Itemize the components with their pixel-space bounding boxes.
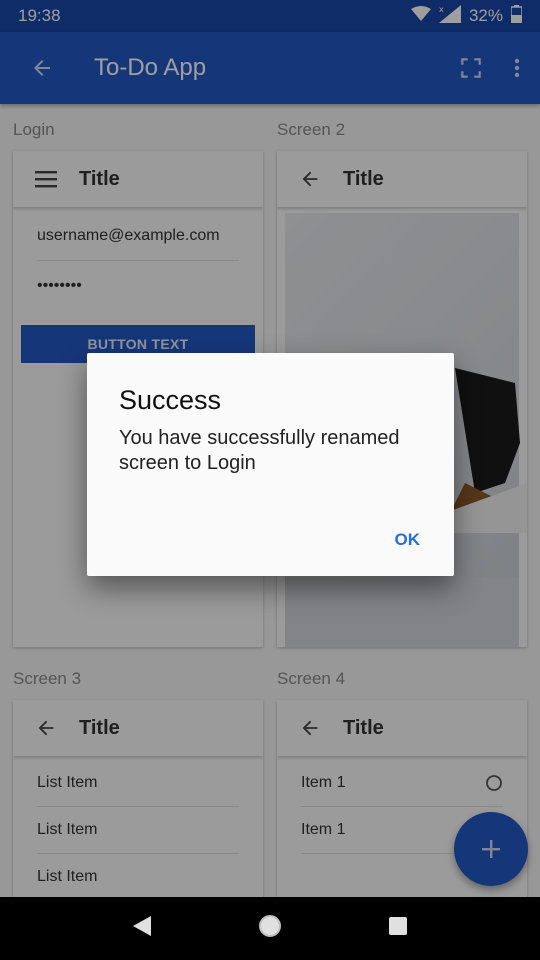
- system-nav-bar: [0, 897, 540, 960]
- dialog-title: Success: [119, 385, 222, 415]
- success-dialog: Success You have successfully renamed sc…: [87, 353, 454, 576]
- square-recents-icon: [388, 917, 407, 935]
- nav-back-button[interactable]: [132, 915, 152, 942]
- circle-home-icon: [258, 915, 281, 937]
- ok-button[interactable]: OK: [395, 530, 421, 550]
- dialog-message: You have successfully renamed screen to …: [119, 427, 400, 474]
- nav-recents-button[interactable]: [388, 916, 408, 941]
- nav-home-button[interactable]: [257, 913, 283, 944]
- triangle-back-icon: [133, 916, 152, 936]
